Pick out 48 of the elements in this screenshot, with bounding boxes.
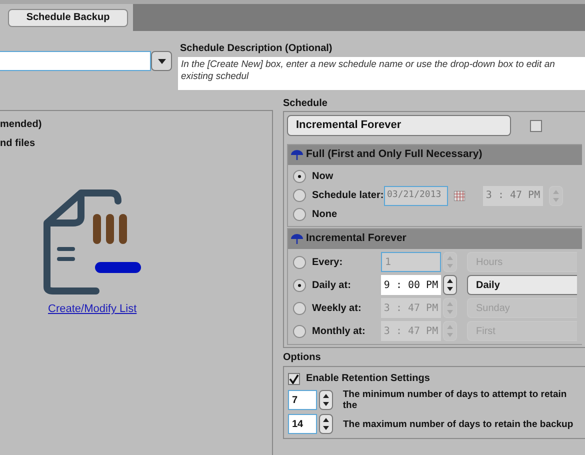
radio-button[interactable] [293, 189, 306, 202]
umbrella-icon [291, 233, 303, 245]
up-down-arrows-icon [322, 394, 329, 406]
radio-label: Schedule later: [312, 189, 384, 203]
days-description: The maximum number of days to retain the backup [343, 418, 574, 430]
radio-label: None [312, 208, 338, 222]
radio-label: Daily at: [312, 278, 352, 292]
spinner-control[interactable] [443, 275, 457, 295]
radio-label: Now [312, 170, 334, 184]
spinner-control[interactable] [319, 414, 333, 434]
tab[interactable]: Schedule Backup [8, 8, 128, 26]
radio-label: Monthly at: [312, 324, 366, 338]
up-down-arrows-icon [447, 256, 453, 268]
caret-icon [158, 58, 166, 64]
checkbox[interactable] [530, 120, 542, 132]
up-down-arrows-icon [323, 418, 329, 430]
days-description: The minimum number of days to attempt to retain the [342, 389, 568, 411]
checkbox[interactable] [288, 372, 300, 384]
spinner-control[interactable] [319, 390, 333, 410]
up-down-arrows-icon [447, 325, 453, 337]
dropdown[interactable]: Incremental Forever [287, 115, 511, 136]
radio-button[interactable] [293, 278, 306, 292]
section-title: Full (First and Only Full Necessary) [306, 147, 482, 162]
up-down-arrows-icon [447, 302, 453, 314]
options-label: Options [283, 352, 322, 364]
days-field[interactable]: 7 [288, 390, 317, 410]
schedule-label: Schedule [283, 98, 328, 110]
dropdown[interactable]: Daily [467, 275, 577, 295]
up-down-arrows-icon [447, 279, 453, 291]
description-field[interactable]: In the [Create New] box, enter a new schedule name or use the drop-down box to edit an existing schedul [178, 57, 585, 90]
section-title: Incremental Forever [306, 231, 406, 246]
radio-button[interactable] [293, 170, 306, 183]
description-label: Schedule Description (Optional) [179, 43, 334, 55]
up-down-arrows-icon [553, 190, 559, 202]
radio-label: Every: [312, 256, 344, 270]
option-label: mended) [0, 119, 43, 131]
checkbox-label: Enable Retention Settings [306, 372, 430, 386]
dropdown-button[interactable] [151, 51, 172, 71]
create-modify-list-link[interactable]: Create/Modify List [48, 301, 137, 318]
option-label: nd files [0, 138, 36, 150]
radio-label: Weekly at: [312, 302, 362, 316]
radio-button[interactable] [293, 208, 306, 221]
calendar-icon[interactable] [454, 190, 465, 200]
days-field[interactable]: 14 [288, 414, 317, 434]
schedule-name-field[interactable] [0, 51, 151, 71]
document-list-icon [43, 189, 141, 295]
umbrella-icon [291, 149, 303, 161]
value-field[interactable]: 9 : 00 PM [381, 275, 441, 295]
